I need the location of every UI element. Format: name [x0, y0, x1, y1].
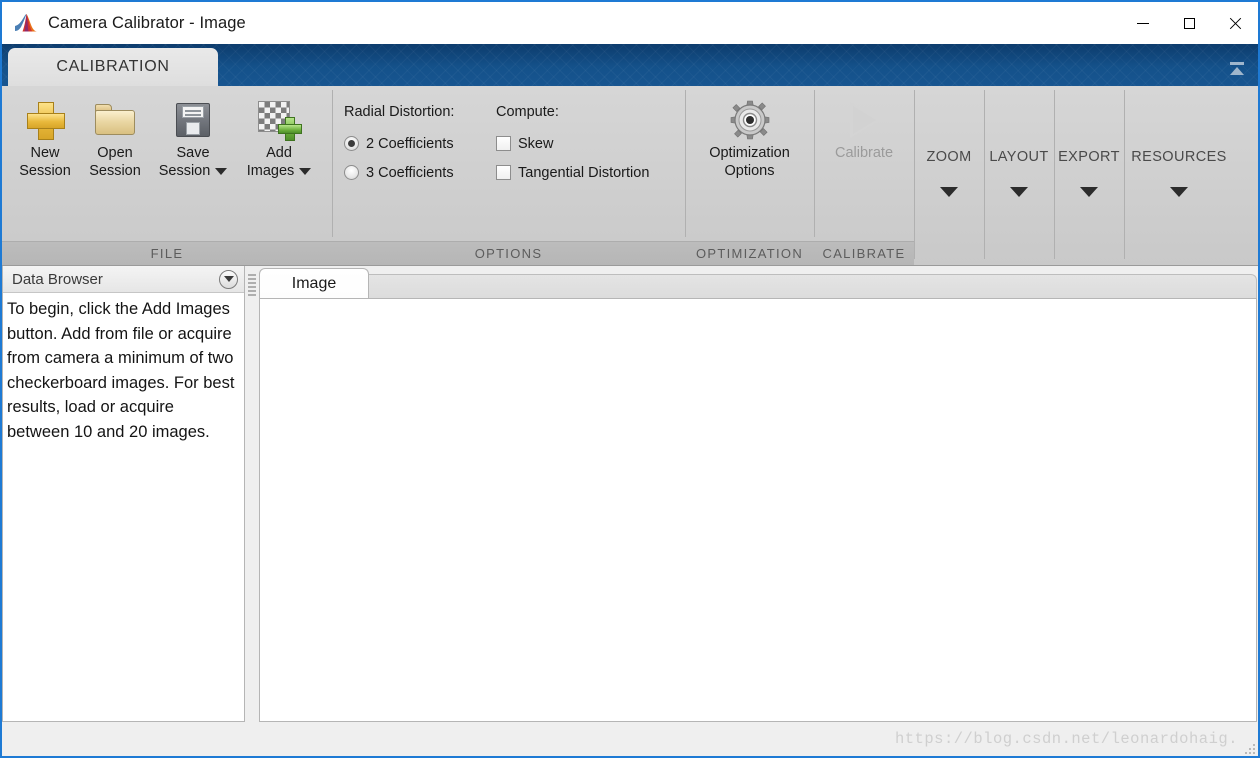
ribbon-group-file: New Session Open Session Save Session Ad… [2, 86, 332, 265]
title-bar: Camera Calibrator - Image [2, 2, 1258, 44]
radio-2-coefficients-label: 2 Coefficients [366, 135, 454, 152]
close-button[interactable] [1212, 2, 1258, 44]
compute-label: Compute: [496, 104, 559, 120]
play-triangle-icon [842, 96, 886, 144]
image-canvas[interactable] [259, 298, 1257, 722]
status-bar: https://blog.csdn.net/leonardohaig. [2, 722, 1258, 756]
compute-column: Compute: Skew Tangential Distortion [496, 104, 649, 187]
ribbon-group-resources[interactable]: RESOURCES [1124, 86, 1234, 265]
tab-image-label: Image [291, 274, 337, 292]
ribbon-group-calibrate-label: CALIBRATE [814, 241, 914, 265]
radial-distortion-column: Radial Distortion: 2 Coefficients 3 Coef… [344, 104, 496, 187]
document-tab-bar-filler [369, 274, 1257, 298]
layout-chevron-down-icon[interactable] [1010, 186, 1028, 197]
export-chevron-down-icon[interactable] [1080, 186, 1098, 197]
add-images-button[interactable]: Add Images [236, 94, 322, 180]
ribbon-group-resources-label: RESOURCES [1131, 148, 1227, 165]
radial-distortion-label: Radial Distortion: [344, 104, 455, 120]
save-session-button[interactable]: Save Session [150, 94, 236, 180]
calibrate-label: Calibrate [834, 145, 894, 161]
minimize-button[interactable] [1120, 2, 1166, 44]
window-controls [1120, 2, 1258, 44]
minimize-icon [1137, 22, 1149, 24]
collapse-ribbon-arrow [1230, 66, 1244, 75]
radio-2-coefficients-icon[interactable] [344, 136, 359, 151]
radio-3-coefficients-icon[interactable] [344, 165, 359, 180]
save-session-label-line2: Session [158, 163, 211, 179]
matlab-membrane-icon [14, 12, 38, 34]
ribbon-group-export-label: EXPORT [1058, 148, 1120, 165]
open-session-label-line1: Open [97, 145, 133, 161]
open-session-button[interactable]: Open Session [80, 94, 150, 180]
data-browser-title: Data Browser [12, 270, 103, 288]
radio-3-coefficients-label: 3 Coefficients [366, 164, 454, 181]
add-images-checkerboard-icon [258, 96, 302, 144]
gear-icon [730, 96, 770, 144]
ribbon-group-zoom-label: ZOOM [926, 148, 972, 165]
tab-calibration[interactable]: CALIBRATION [8, 48, 218, 86]
ribbon-group-options-label: OPTIONS [332, 241, 685, 265]
close-icon [1229, 17, 1242, 30]
add-images-label-line1: Add [266, 145, 292, 161]
new-session-plus-icon [26, 96, 65, 144]
window-title: Camera Calibrator - Image [48, 13, 246, 32]
ribbon-group-optimization-label: OPTIMIZATION [685, 241, 814, 265]
checkbox-skew[interactable]: Skew [496, 129, 649, 158]
ribbon-group-file-label: FILE [2, 241, 332, 265]
add-images-label-line2: Images [246, 163, 295, 179]
optimization-options-label-line2: Options [724, 163, 775, 179]
add-images-dropdown-icon[interactable] [299, 167, 312, 175]
tab-calibration-label: CALIBRATION [56, 58, 170, 75]
checkbox-tangential-distortion[interactable]: Tangential Distortion [496, 158, 649, 187]
optimization-options-button[interactable]: Optimization Options [687, 94, 812, 180]
application-window: Camera Calibrator - Image CALIBRATION Ne… [0, 0, 1260, 758]
new-session-label-line2: Session [19, 163, 71, 179]
ribbon-toolbar: New Session Open Session Save Session Ad… [2, 86, 1258, 266]
checkbox-skew-icon[interactable] [496, 136, 511, 151]
document-tab-bar: Image [259, 266, 1257, 298]
save-session-label-line1: Save [176, 145, 210, 161]
checkbox-skew-label: Skew [518, 135, 554, 152]
ribbon-group-export[interactable]: EXPORT [1054, 86, 1124, 265]
panel-splitter[interactable] [245, 266, 259, 722]
open-session-folder-icon [95, 96, 135, 144]
zoom-chevron-down-icon[interactable] [940, 186, 958, 197]
data-browser-panel: Data Browser To begin, click the Add Ima… [2, 266, 245, 722]
ribbon-group-options: Radial Distortion: 2 Coefficients 3 Coef… [332, 86, 685, 265]
collapse-ribbon-bar [1230, 61, 1244, 65]
ribbon-group-layout-label: LAYOUT [989, 148, 1049, 165]
new-session-label-line1: New [30, 145, 60, 161]
data-browser-header: Data Browser [3, 266, 244, 293]
optimization-options-label-line1: Optimization [709, 145, 790, 161]
data-browser-message: To begin, click the Add Images button. A… [7, 300, 235, 441]
resources-chevron-down-icon[interactable] [1170, 186, 1188, 197]
checkbox-tangential-distortion-icon[interactable] [496, 165, 511, 180]
maximize-icon [1183, 17, 1195, 29]
tab-image[interactable]: Image [259, 268, 369, 298]
ribbon-group-layout[interactable]: LAYOUT [984, 86, 1054, 265]
ribbon-group-zoom[interactable]: ZOOM [914, 86, 984, 265]
radio-2-coefficients[interactable]: 2 Coefficients [344, 129, 496, 158]
drag-handle-icon[interactable] [248, 272, 256, 298]
resize-grip-icon[interactable] [1242, 741, 1255, 754]
main-work-area: Data Browser To begin, click the Add Ima… [2, 266, 1258, 722]
ribbon-tab-strip: CALIBRATION [2, 44, 1258, 86]
ribbon-group-optimization: Optimization Options OPTIMIZATION [685, 86, 814, 265]
new-session-button[interactable]: New Session [10, 94, 80, 180]
open-session-label-line2: Session [89, 163, 141, 179]
document-area: Image [259, 266, 1258, 722]
data-browser-dropdown-button[interactable] [219, 269, 238, 289]
save-session-floppy-icon [176, 96, 210, 144]
circle-chevron-down-icon [223, 276, 234, 282]
ribbon-group-calibrate: Calibrate CALIBRATE [814, 86, 914, 265]
collapse-ribbon-icon[interactable] [1224, 54, 1250, 82]
maximize-button[interactable] [1166, 2, 1212, 44]
radio-3-coefficients[interactable]: 3 Coefficients [344, 158, 496, 187]
checkbox-tangential-distortion-label: Tangential Distortion [518, 164, 650, 181]
save-session-dropdown-icon[interactable] [215, 167, 228, 175]
calibrate-button[interactable]: Calibrate [816, 94, 912, 162]
watermark-text: https://blog.csdn.net/leonardohaig. [894, 730, 1238, 748]
